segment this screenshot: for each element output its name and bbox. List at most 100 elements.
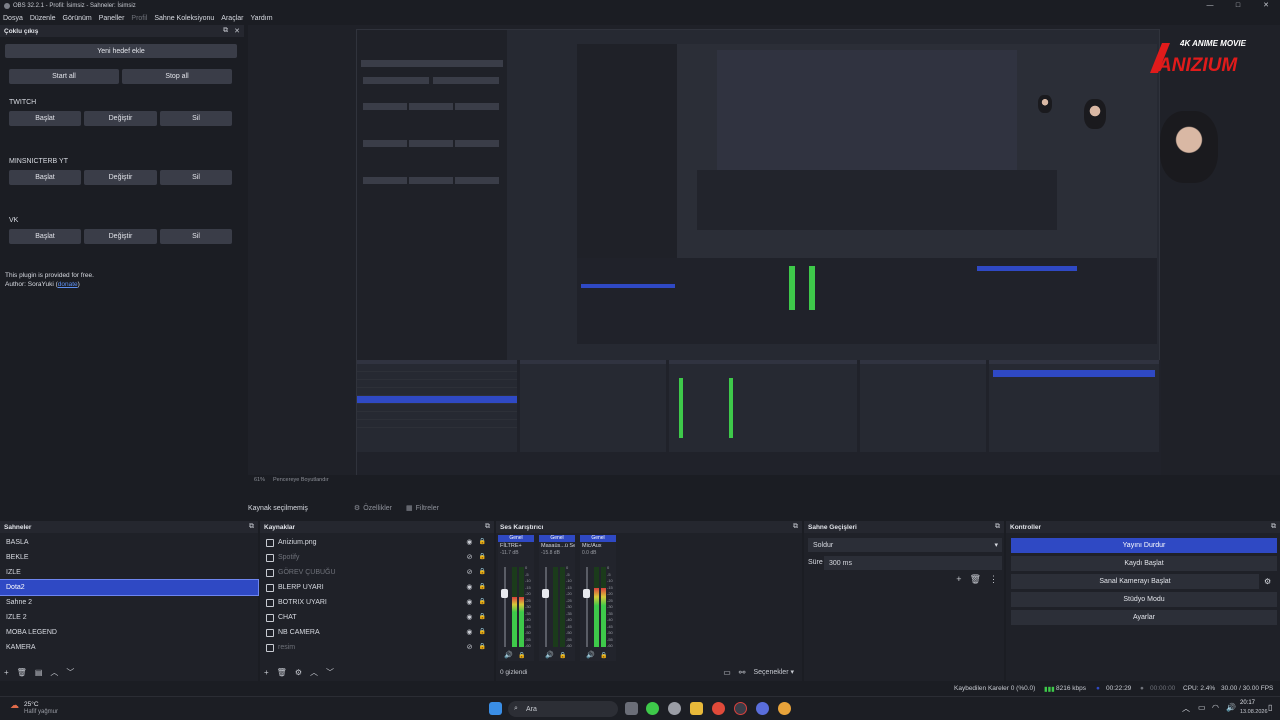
gear-icon[interactable]: ⚙	[1264, 577, 1271, 586]
lock-icon[interactable]: 🔒	[479, 628, 486, 636]
source-item[interactable]: GÖREV ÇUBUĞU ⊘ 🔒	[260, 565, 494, 580]
float-dock-icon[interactable]: ⧉	[1271, 523, 1276, 531]
float-dock-icon[interactable]: ⧉	[223, 27, 228, 35]
donate-link[interactable]: donate	[58, 281, 78, 288]
remove-transition-icon[interactable]: 🗑	[970, 574, 981, 585]
lock-icon[interactable]: 🔒	[559, 652, 566, 659]
scene-item[interactable]: BASLA	[0, 535, 258, 550]
file-explorer-icon[interactable]	[690, 702, 703, 715]
new-target-button[interactable]: Yeni hedef ekle	[5, 44, 237, 58]
steam-icon[interactable]	[756, 702, 769, 715]
menu-view[interactable]: Görünüm	[63, 15, 92, 22]
add-scene-icon[interactable]: +	[4, 668, 9, 677]
close-button[interactable]: ✕	[1252, 0, 1280, 12]
source-properties-icon[interactable]: ⚙	[295, 668, 302, 677]
eye-off-icon[interactable]: ⊘	[467, 568, 473, 576]
move-down-icon[interactable]: ﹀	[326, 667, 334, 678]
volume-fader[interactable]	[545, 567, 547, 647]
xbox-icon[interactable]	[646, 702, 659, 715]
remove-source-icon[interactable]: 🗑	[277, 668, 287, 677]
lock-icon[interactable]: 🔒	[479, 538, 486, 546]
add-transition-icon[interactable]: +	[956, 574, 961, 585]
app-icon[interactable]	[778, 702, 791, 715]
eye-icon[interactable]: ◉	[466, 538, 472, 546]
fader-knob[interactable]	[501, 589, 508, 598]
vk-edit-button[interactable]: Değiştir	[84, 229, 157, 244]
volume-fader[interactable]	[504, 567, 506, 647]
mixer-link-icon[interactable]: ⚯	[739, 668, 746, 677]
lock-icon[interactable]: 🔒	[479, 553, 486, 561]
menu-profile[interactable]: Profil	[131, 15, 147, 22]
twitch-start-button[interactable]: Başlat	[9, 111, 81, 126]
scene-item[interactable]: IZLE	[0, 565, 258, 580]
channel-name[interactable]: FİLTRE+	[498, 542, 534, 550]
clock-time[interactable]: 20:17	[1240, 700, 1255, 706]
remove-scene-icon[interactable]: 🗑	[17, 668, 27, 677]
lock-icon[interactable]: 🔒	[479, 583, 486, 591]
chrome-icon[interactable]	[712, 702, 725, 715]
lock-icon[interactable]: 🔒	[518, 652, 525, 659]
eye-off-icon[interactable]: ⊘	[467, 643, 473, 651]
source-item[interactable]: resim ⊘ 🔒	[260, 640, 494, 655]
float-dock-icon[interactable]: ⧉	[485, 523, 490, 531]
mixer-menu-icon[interactable]: ▭	[723, 668, 731, 677]
eye-off-icon[interactable]: ⊘	[467, 553, 473, 561]
filters-button[interactable]: ▦ Filtreler	[406, 504, 439, 513]
scene-item[interactable]: BEKLE	[0, 550, 258, 565]
lock-icon[interactable]: 🔒	[479, 568, 486, 576]
maximize-button[interactable]: □	[1224, 0, 1252, 12]
menu-scene-collection[interactable]: Sahne Koleksiyonu	[154, 15, 214, 22]
task-view-icon[interactable]	[625, 702, 638, 715]
clock-date[interactable]: 13.08.2026	[1240, 709, 1268, 715]
mixer-options-button[interactable]: Seçenekler ▾	[754, 668, 795, 676]
close-dock-icon[interactable]: ✕	[234, 27, 240, 35]
settings-button[interactable]: Ayarlar	[1011, 610, 1277, 625]
float-dock-icon[interactable]: ⧉	[793, 523, 798, 531]
settings-app-icon[interactable]	[668, 702, 681, 715]
stop-all-button[interactable]: Stop all	[122, 69, 232, 84]
lock-icon[interactable]: 🔒	[600, 652, 607, 659]
start-recording-button[interactable]: Kaydı Başlat	[1011, 556, 1277, 571]
source-item[interactable]: NB CAMERA ◉ 🔒	[260, 625, 494, 640]
lock-icon[interactable]: 🔒	[479, 613, 486, 621]
volume-icon[interactable]: 🔊	[1226, 703, 1236, 712]
fader-knob[interactable]	[542, 589, 549, 598]
fader-knob[interactable]	[583, 589, 590, 598]
start-all-button[interactable]: Start all	[9, 69, 119, 84]
source-item[interactable]: Spotify ⊘ 🔒	[260, 550, 494, 565]
menu-docks[interactable]: Paneller	[99, 15, 125, 22]
vk-start-button[interactable]: Başlat	[9, 229, 81, 244]
yt-edit-button[interactable]: Değiştir	[84, 170, 157, 185]
channel-name[interactable]: Masaüs...ü Ses	[539, 542, 575, 550]
add-source-icon[interactable]: +	[264, 668, 269, 677]
fit-to-window[interactable]: Pencereye Boyutlandır	[273, 477, 329, 483]
speaker-icon[interactable]: 🔊	[545, 651, 554, 659]
scene-item[interactable]: MOBA LEGEND	[0, 625, 258, 640]
move-up-icon[interactable]: ︿	[50, 667, 58, 678]
transition-type-select[interactable]: Soldur ▾	[808, 538, 1002, 552]
source-item[interactable]: Anizium.png ◉ 🔒	[260, 535, 494, 550]
source-item[interactable]: BLERP UYARI ◉ 🔒	[260, 580, 494, 595]
yt-delete-button[interactable]: Sil	[160, 170, 232, 185]
speaker-icon[interactable]: 🔊	[504, 651, 513, 659]
properties-button[interactable]: ⚙ Özellikler	[354, 504, 392, 513]
menu-edit[interactable]: Düzenle	[30, 15, 56, 22]
studio-mode-button[interactable]: Stüdyo Modu	[1011, 592, 1277, 607]
channel-name[interactable]: Mic/Aux	[580, 542, 616, 550]
preview-canvas[interactable]: 4K ANIME MOVIE ANIZIUM 61% Pencereye Boy…	[248, 25, 1280, 485]
eye-icon[interactable]: ◉	[466, 583, 472, 591]
volume-fader[interactable]	[586, 567, 588, 647]
tray-chevron-icon[interactable]: ︿	[1182, 703, 1190, 714]
virtual-camera-button[interactable]: Sanal Kamerayı Başlat	[1011, 574, 1259, 589]
duration-input[interactable]: 300 ms	[824, 556, 1002, 570]
zoom-level[interactable]: 61%	[254, 477, 265, 483]
obs-icon[interactable]	[734, 702, 747, 715]
scene-filters-icon[interactable]: ▤	[35, 668, 43, 677]
lock-icon[interactable]: 🔒	[479, 643, 486, 651]
scene-item[interactable]: IZLE 2	[0, 610, 258, 625]
lock-icon[interactable]: 🔒	[479, 598, 486, 606]
twitch-edit-button[interactable]: Değiştir	[84, 111, 157, 126]
source-item[interactable]: CHAT ◉ 🔒	[260, 610, 494, 625]
twitch-delete-button[interactable]: Sil	[160, 111, 232, 126]
eye-icon[interactable]: ◉	[466, 628, 472, 636]
